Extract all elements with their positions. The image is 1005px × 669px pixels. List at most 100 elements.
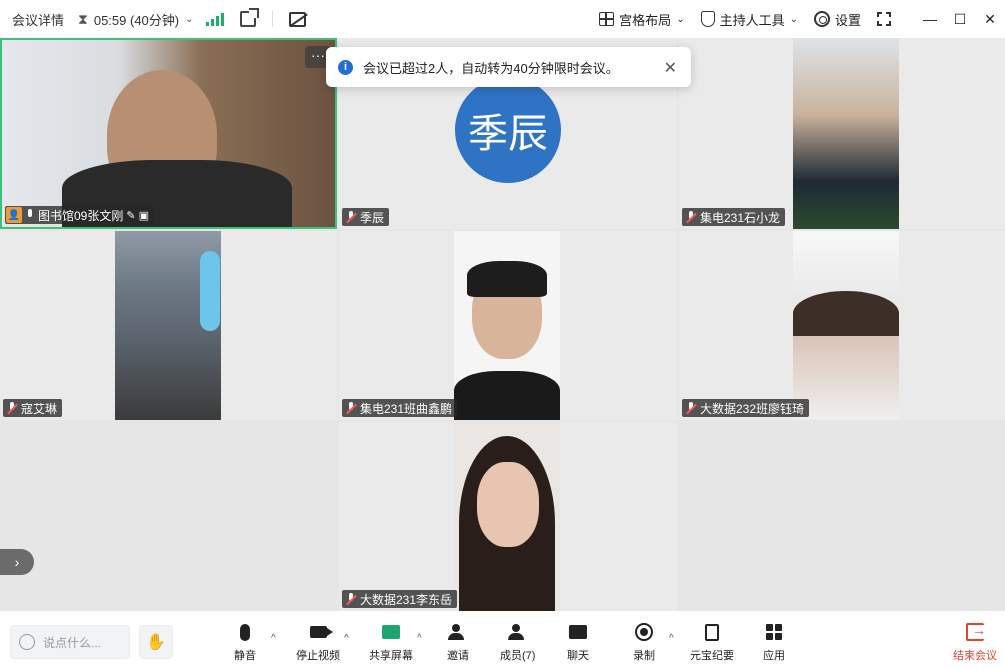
close-icon[interactable]: ✕ (664, 58, 677, 78)
invite-button[interactable]: 邀请 (447, 619, 469, 663)
participant-name: 大数据231李东岳 (360, 592, 453, 607)
meeting-details-button[interactable]: 会议详情 (12, 0, 64, 38)
mic-icon (25, 209, 35, 221)
screen-icon: ▣ (138, 209, 149, 222)
participant-name-tag: 👤 图书馆09张文刚 ✎ ▣ (5, 206, 154, 224)
participant-video (200, 251, 220, 331)
info-icon: i (338, 59, 353, 75)
participant-name-tag: 寇艾琳 (3, 399, 63, 417)
mic-muted-icon (345, 593, 357, 605)
video-tile[interactable]: 👤 图书馆09张文刚 ✎ ▣ (0, 38, 337, 229)
apps-label: 应用 (763, 650, 785, 662)
participant-video (793, 38, 899, 229)
participant-name: 季辰 (360, 210, 385, 225)
video-tile[interactable]: 大数据232班廖钰琦 (679, 231, 1005, 420)
expand-sidebar-button[interactable]: › (0, 549, 34, 575)
mute-label: 静音 (234, 650, 256, 662)
camera-icon (309, 626, 333, 638)
quick-chat-input[interactable]: 说点什么... (10, 625, 130, 659)
participant-video (454, 371, 560, 420)
add-user-icon (448, 624, 468, 640)
settings-label: 设置 (834, 12, 861, 28)
video-tile[interactable]: 集电231班曲鑫鹏 (339, 231, 677, 420)
exit-icon (966, 622, 986, 641)
participant-video (793, 291, 899, 336)
video-tile[interactable]: 寇艾琳 (0, 231, 337, 420)
share-screen-icon (382, 625, 400, 639)
participant-name: 集电231班曲鑫鹏 (360, 401, 453, 416)
gear-icon (813, 11, 830, 27)
participant-name: 寇艾琳 (21, 401, 58, 416)
participant-video (467, 261, 547, 297)
video-tile[interactable]: 大数据231李东岳 (339, 422, 677, 611)
fullscreen-icon[interactable] (877, 12, 891, 26)
chevron-down-icon: ⌄ (185, 13, 194, 25)
notification-text: 会议已超过2人，自动转为40分钟限时会议。 (363, 60, 619, 76)
stop-video-button[interactable]: 停止视频 (296, 619, 340, 663)
hourglass-icon: ⧗ (78, 10, 88, 27)
invite-label: 邀请 (447, 650, 469, 662)
divider (271, 11, 273, 27)
chat-icon (569, 625, 587, 639)
maximize-button[interactable]: ☐ (945, 0, 975, 38)
emoji-icon[interactable] (19, 634, 35, 650)
record-options-caret[interactable]: ^ (669, 633, 674, 644)
participant-name: 大数据232班廖钰琦 (700, 401, 805, 416)
share-options-caret[interactable]: ^ (417, 633, 422, 644)
raise-hand-button[interactable]: ✋ (139, 625, 173, 659)
host-tools-label: 主持人工具 (719, 12, 785, 28)
notification-toast: i 会议已超过2人，自动转为40分钟限时会议。 ✕ (326, 47, 691, 87)
signal-strength-icon[interactable] (205, 12, 224, 26)
mic-muted-icon (345, 402, 357, 414)
layout-button[interactable]: 宫格布局 ⌄ (599, 10, 685, 29)
mute-button[interactable]: 静音 (234, 619, 256, 663)
layout-label: 宫格布局 (619, 12, 672, 28)
yuanbao-notes-button[interactable]: 元宝纪要 (690, 619, 734, 663)
lock-meeting-icon[interactable] (288, 11, 306, 27)
mute-options-caret[interactable]: ^ (271, 633, 276, 644)
timer-text: 05:59 (40分钟) (93, 12, 180, 28)
record-icon (635, 623, 653, 641)
mic-muted-icon (685, 211, 697, 223)
top-bar: 会议详情 ⧗ 05:59 (40分钟) ⌄ 宫格布局 ⌄ 主持人工具 ⌄ 设置 (0, 0, 1005, 38)
mic-muted-icon (345, 211, 357, 223)
close-button[interactable]: ✕ (975, 0, 1005, 38)
host-badge-icon: 👤 (6, 207, 22, 223)
stop-video-label: 停止视频 (296, 650, 340, 662)
external-link-icon[interactable] (239, 8, 259, 27)
participant-video (477, 462, 539, 547)
settings-button[interactable]: 设置 (813, 10, 861, 29)
video-options-caret[interactable]: ^ (344, 633, 349, 644)
video-grid: 👤 图书馆09张文刚 ✎ ▣ 季辰 季辰 集电231石小龙 寇艾琳 集电231班… (0, 38, 1005, 611)
chat-placeholder: 说点什么... (43, 635, 102, 650)
record-label: 录制 (633, 650, 655, 662)
grid-icon (599, 12, 615, 26)
yuanbao-label: 元宝纪要 (690, 650, 734, 662)
share-screen-button[interactable]: 共享屏幕 (369, 619, 413, 663)
shield-icon (700, 11, 715, 27)
notes-icon (705, 623, 719, 641)
chevron-down-icon: ⌄ (676, 13, 685, 25)
participant-name-tag: 集电231石小龙 (682, 208, 786, 226)
bottom-toolbar: 说点什么... ✋ 静音 ^ 停止视频 ^ 共享屏幕 ^ 邀请 成员(7) 聊天… (0, 611, 1005, 669)
meeting-timer[interactable]: ⧗ 05:59 (40分钟) ⌄ (78, 0, 193, 38)
host-tools-button[interactable]: 主持人工具 ⌄ (700, 10, 798, 29)
participant-name-tag: 大数据231李东岳 (342, 590, 458, 608)
end-meeting-button[interactable]: 结束会议 (953, 619, 997, 663)
video-tile[interactable]: 集电231石小龙 (679, 38, 1005, 229)
chat-button[interactable]: 聊天 (567, 619, 589, 663)
apps-button[interactable]: 应用 (763, 619, 785, 663)
top-bar-right: 宫格布局 ⌄ 主持人工具 ⌄ 设置 — ☐ ✕ (599, 0, 1005, 38)
share-screen-label: 共享屏幕 (369, 650, 413, 662)
apps-icon (766, 624, 782, 640)
participant-name-tag: 集电231班曲鑫鹏 (342, 399, 458, 417)
pencil-icon: ✎ (126, 209, 136, 222)
members-icon (507, 624, 528, 640)
participant-name: 图书馆09张文刚 (38, 208, 124, 223)
mic-muted-icon (685, 402, 697, 414)
participant-name-tag: 季辰 (342, 208, 390, 226)
chat-label: 聊天 (567, 650, 589, 662)
record-button[interactable]: 录制 (633, 619, 655, 663)
members-button[interactable]: 成员(7) (500, 619, 535, 663)
minimize-button[interactable]: — (915, 0, 945, 38)
